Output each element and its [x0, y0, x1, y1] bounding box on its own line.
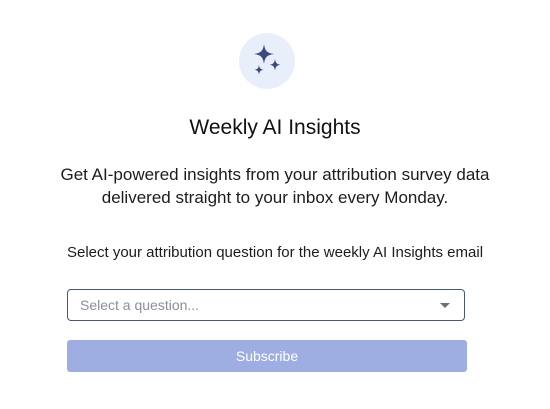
weekly-ai-insights-panel: Weekly AI Insights Get AI-powered insigh…	[0, 0, 550, 409]
question-select-label: Select your attribution question for the…	[66, 244, 484, 261]
chevron-down-icon	[440, 302, 450, 308]
sparkles-icon-badge	[239, 33, 295, 89]
sparkles-icon	[254, 44, 281, 75]
subscribe-button[interactable]: Subscribe	[67, 340, 467, 372]
page-subtitle: Get AI-powered insights from your attrib…	[60, 165, 490, 207]
question-select[interactable]: Select a question...	[67, 289, 465, 321]
page-title: Weekly AI Insights	[189, 116, 361, 139]
question-select-placeholder: Select a question...	[80, 297, 200, 313]
